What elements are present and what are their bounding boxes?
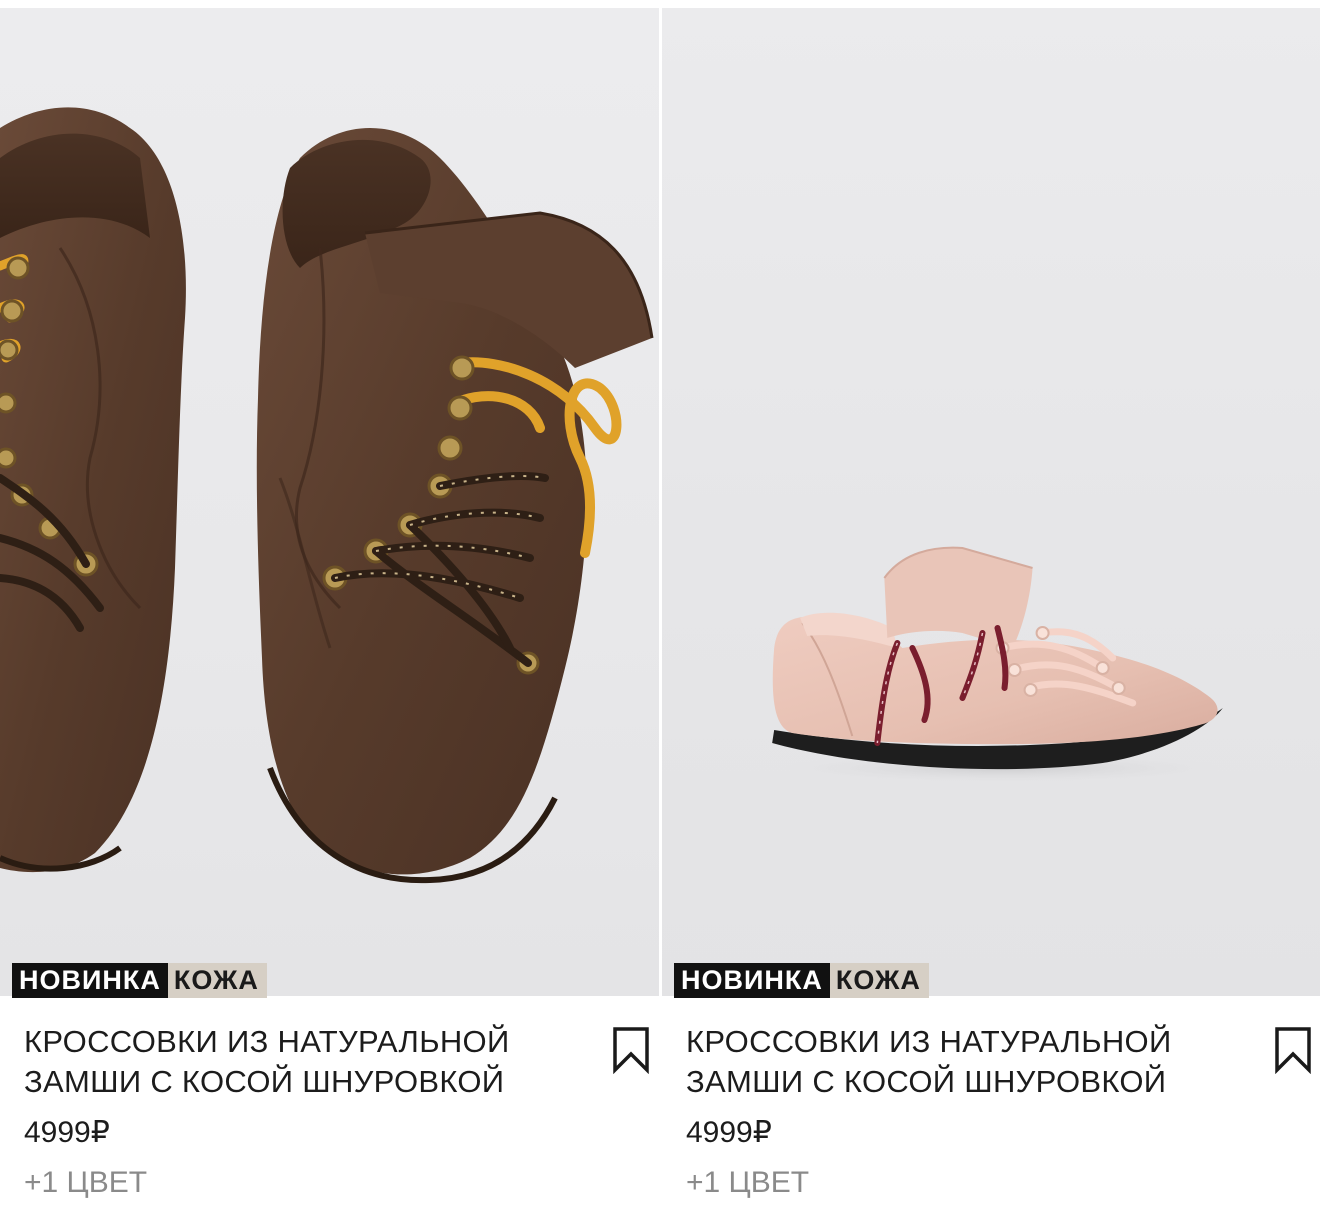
product-title-line: КРОССОВКИ ИЗ НАТУРАЛЬНОЙ	[24, 1024, 510, 1059]
color-count-link[interactable]: +1 ЦВЕТ	[686, 1166, 809, 1200]
product-price: 4999₽	[686, 1116, 772, 1149]
product-image[interactable]	[662, 8, 1320, 996]
product-title-line: ЗАМШИ С КОСОЙ ШНУРОВКОЙ	[24, 1064, 505, 1099]
brown-suede-sneakers-photo	[0, 107, 654, 884]
product-badges: НОВИНКА КОЖА	[12, 963, 267, 998]
product-price: 4999₽	[24, 1116, 110, 1149]
badge-material: КОЖА	[829, 963, 929, 998]
product-grid: НОВИНКА КОЖА КРОССОВКИ ИЗ НАТУРАЛЬНОЙ ЗА…	[0, 0, 1320, 1227]
bookmark-icon[interactable]	[1273, 1026, 1313, 1075]
product-title-line: ЗАМШИ С КОСОЙ ШНУРОВКОЙ	[686, 1064, 1167, 1099]
product-image[interactable]	[0, 8, 659, 996]
product-title[interactable]: КРОССОВКИ ИЗ НАТУРАЛЬНОЙ ЗАМШИ С КОСОЙ Ш…	[24, 1022, 584, 1102]
color-count-link[interactable]: +1 ЦВЕТ	[24, 1166, 147, 1200]
badge-new: НОВИНКА	[12, 963, 168, 998]
pink-suede-sneaker-photo	[762, 546, 1243, 784]
product-title-line: КРОССОВКИ ИЗ НАТУРАЛЬНОЙ	[686, 1024, 1172, 1059]
bookmark-icon[interactable]	[611, 1026, 651, 1075]
badge-material: КОЖА	[167, 963, 267, 998]
product-badges: НОВИНКА КОЖА	[674, 963, 929, 998]
product-card[interactable]: НОВИНКА КОЖА КРОССОВКИ ИЗ НАТУРАЛЬНОЙ ЗА…	[0, 0, 659, 1227]
badge-new: НОВИНКА	[674, 963, 830, 998]
product-title[interactable]: КРОССОВКИ ИЗ НАТУРАЛЬНОЙ ЗАМШИ С КОСОЙ Ш…	[686, 1022, 1246, 1102]
product-card[interactable]: НОВИНКА КОЖА КРОССОВКИ ИЗ НАТУРАЛЬНОЙ ЗА…	[662, 0, 1320, 1227]
